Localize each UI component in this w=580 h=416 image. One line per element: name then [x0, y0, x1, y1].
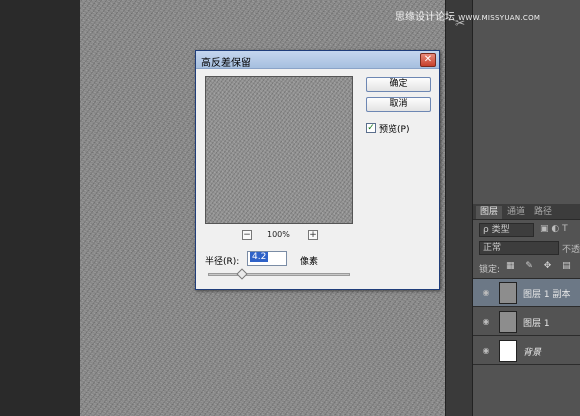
cancel-button[interactable]: 取消	[366, 97, 431, 112]
eye-icon[interactable]: ◉	[481, 317, 491, 327]
zoom-in-button[interactable]: +	[308, 230, 318, 240]
layer-name: 背景	[523, 348, 542, 358]
radius-unit: 像素	[300, 257, 319, 267]
radius-slider-thumb[interactable]	[236, 268, 248, 280]
layer-thumbnail	[499, 282, 517, 304]
zoom-controls: − 100% +	[205, 229, 353, 243]
lock-icons[interactable]: ▦ ✎ ✥ ▤	[506, 261, 575, 271]
watermark-text: 思缘设计论坛	[395, 12, 455, 23]
lock-label: 锁定:	[479, 265, 501, 275]
preview-checkbox[interactable]: ✓	[366, 123, 376, 133]
layer-name: 图层 1 副本	[523, 290, 571, 300]
layer-name: 图层 1	[523, 319, 550, 329]
radius-value: 4.2	[250, 252, 269, 262]
ok-button[interactable]: 确定	[366, 77, 431, 92]
radius-label: 半径(R):	[205, 257, 240, 267]
filter-preview[interactable]	[205, 76, 353, 224]
layer-row-layer1[interactable]: ◉ 图层 1	[473, 308, 580, 336]
dialog-titlebar[interactable]: 高反差保留 ✕	[196, 51, 439, 69]
left-dark-strip	[0, 0, 80, 416]
layer-filter-row: ρ 类型 ▣ ◐ T	[476, 222, 580, 238]
tab-channels[interactable]: 通道	[503, 206, 529, 219]
layer-thumbnail	[499, 311, 517, 333]
radius-input[interactable]: 4.2	[247, 251, 287, 266]
zoom-out-button[interactable]: −	[242, 230, 252, 240]
tools-column: ✂	[445, 0, 473, 416]
blend-mode-select[interactable]: 正常	[479, 241, 559, 255]
radius-slider-track[interactable]	[208, 273, 350, 276]
watermark: 思缘设计论坛 WWW.MISSYUAN.COM	[395, 8, 580, 24]
layer-thumbnail	[499, 340, 517, 362]
watermark-url: WWW.MISSYUAN.COM	[458, 14, 541, 22]
eye-icon[interactable]: ◉	[481, 346, 491, 356]
radius-row: 半径(R): 4.2 像素	[205, 251, 425, 267]
layers-panel-tabs: 图层 通道 路径	[473, 204, 580, 220]
filter-icons[interactable]: ▣ ◐ T	[540, 224, 568, 234]
layer-row-layer1-copy[interactable]: ◉ 图层 1 副本	[473, 279, 580, 307]
blend-row: 正常 不透	[476, 240, 580, 256]
dialog-title: 高反差保留	[201, 58, 251, 69]
close-icon: ✕	[423, 54, 433, 65]
layer-row-background[interactable]: ◉ 背景	[473, 337, 580, 365]
tab-paths[interactable]: 路径	[530, 206, 556, 219]
layer-kind-select[interactable]: ρ 类型	[479, 223, 534, 237]
opacity-label: 不透	[562, 245, 580, 255]
close-button[interactable]: ✕	[420, 53, 436, 67]
tab-layers[interactable]: 图层	[476, 206, 503, 219]
high-pass-dialog: 高反差保留 ✕ − 100% + 确定 取消 ✓ 预览(P) 半径(R): 4.…	[195, 50, 440, 290]
eye-icon[interactable]: ◉	[481, 288, 491, 298]
zoom-level: 100%	[267, 230, 290, 239]
preview-label: 预览(P)	[379, 125, 410, 135]
lock-row: 锁定: ▦ ✎ ✥ ▤	[476, 260, 580, 276]
